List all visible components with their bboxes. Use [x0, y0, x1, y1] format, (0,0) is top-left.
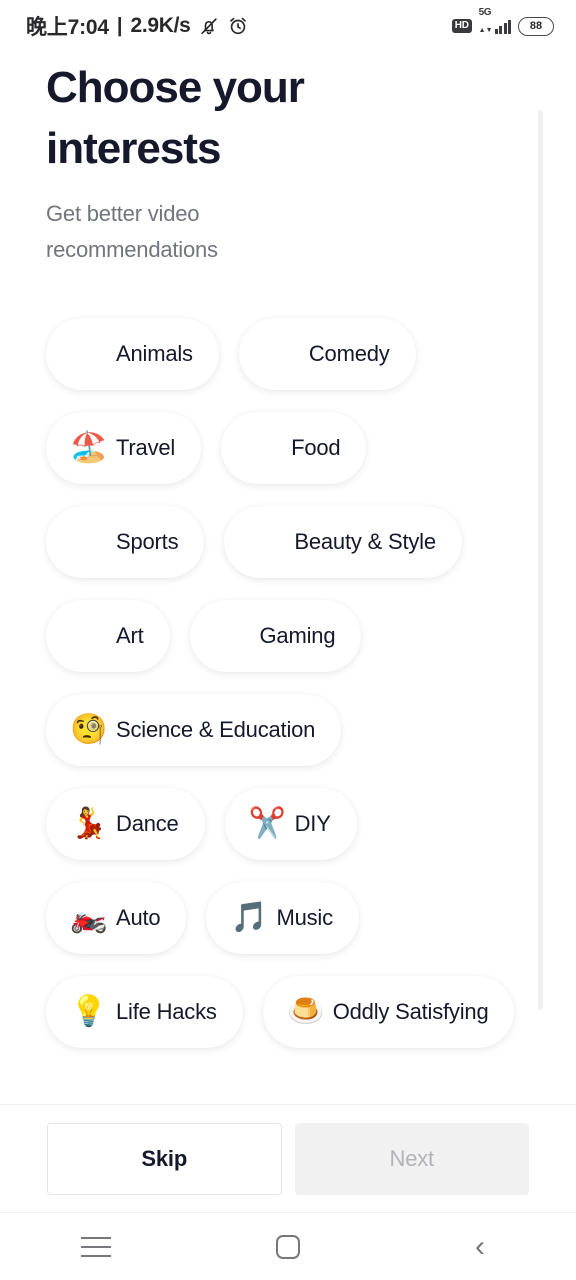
interest-chip-label: Auto — [116, 905, 161, 930]
interest-chip[interactable]: 🎵 Music — [206, 882, 359, 954]
scrollbar-track[interactable] — [538, 110, 543, 1010]
status-network-speed: 2.9K/s — [130, 14, 191, 37]
network-type-label: 5G — [478, 6, 492, 18]
missing-emoji-icon — [246, 523, 288, 561]
alarm-clock-icon — [227, 15, 249, 37]
interest-chip[interactable]: Animals — [46, 318, 219, 390]
home-square-icon — [276, 1234, 300, 1259]
interest-chip-label: Travel — [116, 435, 176, 460]
missing-emoji-icon — [68, 617, 110, 655]
interest-chip[interactable]: Comedy — [238, 318, 416, 390]
signal-bars-icon — [494, 19, 511, 34]
interest-chip-label: Animals — [116, 341, 193, 366]
interest-chip-label: Beauty & Style — [294, 529, 436, 554]
status-bar: 晚上7:04 | 2.9K/s HD 5G ▲▼ 88 — [0, 0, 576, 52]
nav-home-button[interactable] — [192, 1213, 384, 1280]
battery-icon: 88 — [518, 16, 554, 36]
status-time: 晚上7:04 — [26, 16, 109, 39]
light-bulb-icon: 💡 — [70, 995, 108, 1028]
motorcycle-icon: 🏍️ — [70, 901, 108, 934]
status-separator: | — [116, 14, 123, 37]
next-button[interactable]: Next — [294, 1122, 529, 1195]
beach-umbrella-icon: 🏖️ — [70, 431, 108, 464]
interest-chip[interactable]: 🍮 Oddly Satisfying — [262, 976, 515, 1048]
interest-chip-list: Animals Comedy 🏖️ Travel Food Sports Beauty & … — [0, 312, 576, 1048]
interest-chip[interactable]: Art — [46, 600, 170, 672]
bell-muted-icon — [198, 15, 220, 37]
interest-chip[interactable]: 🏖️ Travel — [46, 412, 202, 484]
missing-emoji-icon — [212, 617, 254, 655]
interest-chip[interactable]: 🧐 Science & Education — [46, 694, 342, 766]
missing-emoji-icon — [68, 335, 110, 373]
app-screen: 晚上7:04 | 2.9K/s HD 5G ▲▼ 88 Choose your … — [0, 0, 576, 1280]
interest-chip-label: Life Hacks — [116, 999, 217, 1024]
skip-button[interactable]: Skip — [47, 1122, 282, 1195]
status-bar-left: 晚上7:04 | 2.9K/s — [26, 11, 249, 41]
missing-emoji-icon — [243, 429, 285, 467]
scissors-icon: ✂️ — [248, 807, 287, 840]
data-transfer-arrows-icon: ▲▼ — [478, 26, 493, 34]
interest-chip[interactable]: Beauty & Style — [224, 506, 462, 578]
interest-chip[interactable]: 💡 Life Hacks — [46, 976, 243, 1048]
bottom-action-bar: Skip Next — [0, 1104, 576, 1212]
page-subtitle: Get better video recommendations — [46, 201, 218, 263]
interest-chip[interactable]: Food — [221, 412, 367, 484]
monocle-face-icon: 🧐 — [70, 713, 108, 746]
interest-chip-label: Comedy — [308, 341, 390, 366]
interest-chip[interactable]: Sports — [46, 506, 205, 578]
interest-chip[interactable]: 💃 Dance — [46, 788, 205, 860]
interests-scroll-area[interactable]: Animals Comedy 🏖️ Travel Food Sports Beauty & … — [0, 312, 576, 1112]
signal-strength-icon: 5G ▲▼ — [478, 7, 511, 34]
android-nav-bar: ‹ — [0, 1212, 576, 1280]
custard-pudding-icon: 🍮 — [287, 995, 325, 1028]
page-title: Choose your interests — [46, 63, 305, 173]
back-chevron-icon: ‹ — [475, 1229, 485, 1263]
music-note-icon: 🎵 — [230, 901, 269, 934]
hd-icon: HD — [451, 19, 472, 33]
status-bar-right: HD 5G ▲▼ 88 — [451, 7, 554, 36]
dancer-icon: 💃 — [70, 807, 108, 840]
recents-menu-icon — [81, 1236, 111, 1257]
nav-recents-button[interactable] — [0, 1213, 192, 1280]
interest-chip-label: Sports — [116, 529, 179, 554]
interest-chip-label: Oddly Satisfying — [332, 999, 489, 1024]
interest-chip[interactable]: Gaming — [189, 600, 362, 672]
interest-chip-label: Music — [276, 905, 333, 930]
scrollbar-thumb[interactable] — [538, 110, 543, 1010]
interest-chip-label: Science & Education — [116, 717, 316, 742]
interest-chip-label: Gaming — [259, 623, 336, 648]
missing-emoji-icon — [261, 335, 303, 373]
interest-chip[interactable]: 🏍️ Auto — [46, 882, 187, 954]
nav-back-button[interactable]: ‹ — [384, 1213, 576, 1280]
interest-chip-label: Art — [116, 623, 144, 648]
interest-chip-label: Food — [291, 435, 341, 460]
missing-emoji-icon — [68, 523, 110, 561]
battery-level-label: 88 — [529, 19, 543, 32]
interest-chip[interactable]: ✂️ DIY — [224, 788, 357, 860]
interest-chip-label: DIY — [294, 811, 331, 836]
interest-chip-label: Dance — [116, 811, 179, 836]
